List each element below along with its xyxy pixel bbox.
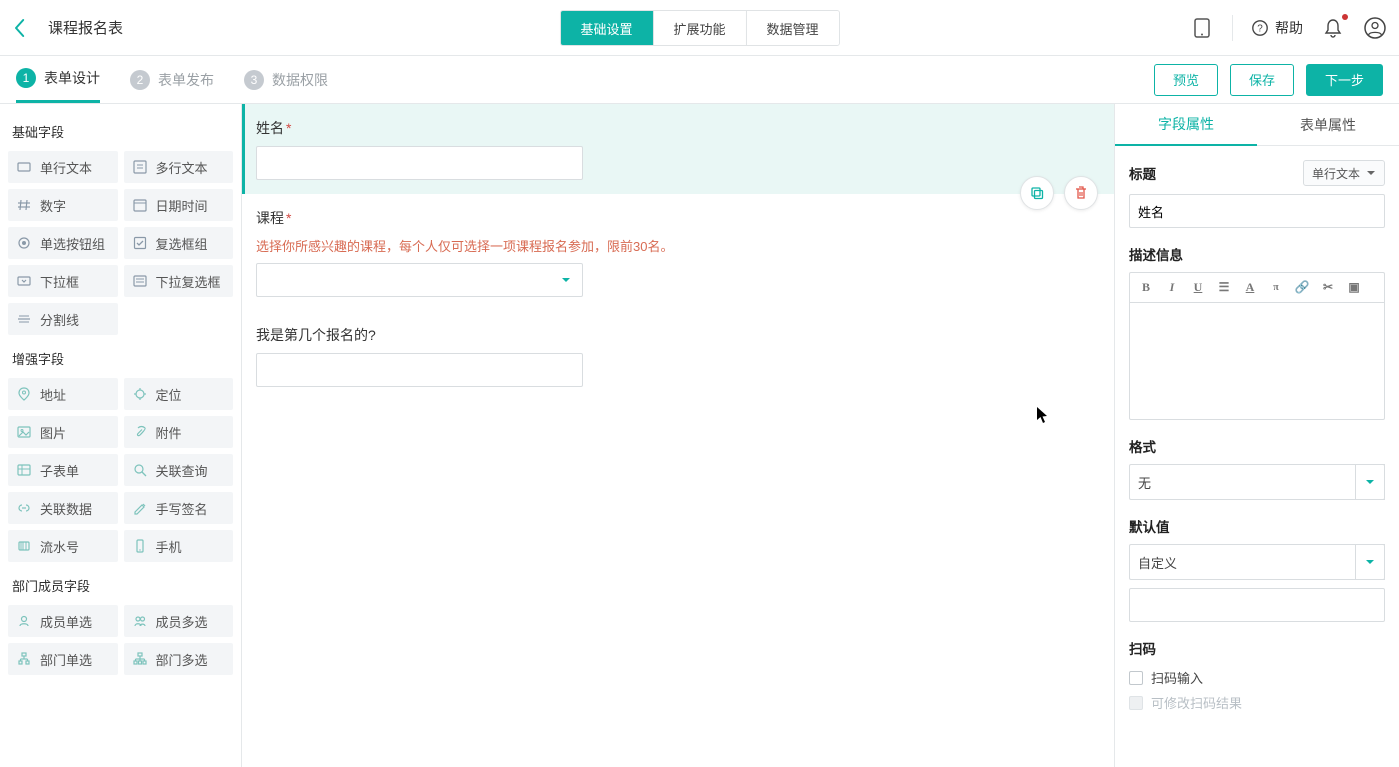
tab-data-manage[interactable]: 数据管理 bbox=[747, 11, 839, 45]
tab-basic-settings[interactable]: 基础设置 bbox=[560, 11, 653, 45]
default-select[interactable]: 自定义 bbox=[1129, 544, 1385, 580]
save-button[interactable]: 保存 bbox=[1230, 64, 1294, 96]
chevron-down-icon bbox=[1355, 544, 1385, 580]
prop-scan-label: 扫码 bbox=[1129, 638, 1385, 658]
step-form-design[interactable]: 1 表单设计 bbox=[16, 57, 100, 103]
mobile-preview-icon[interactable] bbox=[1190, 16, 1214, 40]
field-link-query[interactable]: 关联查询 bbox=[124, 454, 234, 486]
field-link-data[interactable]: 关联数据 bbox=[8, 492, 118, 524]
copy-field-button[interactable] bbox=[1020, 176, 1054, 210]
user-avatar-icon[interactable] bbox=[1363, 16, 1387, 40]
field-number[interactable]: 数字 bbox=[8, 189, 118, 221]
field-signature[interactable]: 手写签名 bbox=[124, 492, 234, 524]
next-button[interactable]: 下一步 bbox=[1306, 64, 1383, 96]
field-radio-group[interactable]: 单选按钮组 bbox=[8, 227, 118, 259]
field-row-name[interactable]: 姓名* bbox=[242, 104, 1114, 194]
rte-italic-icon[interactable]: I bbox=[1164, 280, 1180, 295]
help-button[interactable]: ? 帮助 bbox=[1251, 18, 1303, 38]
tab-field-props[interactable]: 字段属性 bbox=[1115, 104, 1257, 146]
default-value-input[interactable] bbox=[1129, 588, 1385, 622]
preview-button[interactable]: 预览 bbox=[1154, 64, 1218, 96]
field-label: 课程* bbox=[256, 208, 1114, 228]
divider bbox=[1232, 15, 1233, 41]
field-row-order[interactable]: 我是第几个报名的? bbox=[242, 311, 1114, 401]
field-single-text[interactable]: 单行文本 bbox=[8, 151, 118, 183]
step-num-2: 2 bbox=[130, 70, 150, 90]
field-row-course[interactable]: 课程* 选择你所感兴趣的课程，每个人仅可选择一项课程报名参加，限前30名。 bbox=[242, 194, 1114, 311]
prop-default-label: 默认值 bbox=[1129, 516, 1385, 536]
section-basic-title: 基础字段 bbox=[12, 122, 233, 141]
field-dept-single[interactable]: 部门单选 bbox=[8, 643, 118, 675]
step-data-permission[interactable]: 3 数据权限 bbox=[244, 57, 328, 103]
order-input[interactable] bbox=[256, 353, 583, 387]
field-dept-multi[interactable]: 部门多选 bbox=[124, 643, 234, 675]
form-canvas[interactable]: 姓名* 课程* 选择你所感兴趣的课程，每个人仅可选择一项课程报名参加，限前30名… bbox=[242, 104, 1114, 767]
tab-extend[interactable]: 扩展功能 bbox=[653, 11, 746, 45]
rte-toolbar: B I U ☰ A π 🔗 ✂ ▣ bbox=[1129, 272, 1385, 302]
rte-bold-icon[interactable]: B bbox=[1138, 280, 1154, 295]
property-panel: 字段属性 表单属性 标题 单行文本 描述信息 B I U bbox=[1114, 104, 1399, 767]
field-subform[interactable]: 子表单 bbox=[8, 454, 118, 486]
rte-link-icon[interactable]: 🔗 bbox=[1294, 280, 1310, 295]
notification-dot bbox=[1342, 14, 1348, 20]
field-phone[interactable]: 手机 bbox=[124, 530, 234, 562]
desc-textarea[interactable] bbox=[1129, 302, 1385, 420]
scan-editable-checkbox: 可修改扫码结果 bbox=[1129, 693, 1385, 712]
notification-icon[interactable] bbox=[1321, 16, 1345, 40]
chevron-down-icon bbox=[1366, 168, 1376, 178]
step-label: 数据权限 bbox=[272, 70, 328, 90]
step-label: 表单设计 bbox=[44, 68, 100, 88]
page-title: 课程报名表 bbox=[48, 17, 123, 38]
field-checkbox-group[interactable]: 复选框组 bbox=[124, 227, 234, 259]
required-mark: * bbox=[286, 210, 291, 226]
field-label: 我是第几个报名的? bbox=[256, 325, 1114, 345]
prop-format-label: 格式 bbox=[1129, 436, 1385, 456]
rte-color-icon[interactable]: A bbox=[1242, 280, 1258, 295]
step-label: 表单发布 bbox=[158, 70, 214, 90]
field-divider[interactable]: 分割线 bbox=[8, 303, 118, 335]
name-input[interactable] bbox=[256, 146, 583, 180]
rte-size-icon[interactable]: π bbox=[1268, 282, 1284, 293]
svg-text:?: ? bbox=[1257, 24, 1263, 35]
field-image[interactable]: 图片 bbox=[8, 416, 118, 448]
field-multi-text[interactable]: 多行文本 bbox=[124, 151, 234, 183]
top-tabs: 基础设置 扩展功能 数据管理 bbox=[559, 10, 839, 46]
section-dept-title: 部门成员字段 bbox=[12, 576, 233, 595]
section-enhanced-title: 增强字段 bbox=[12, 349, 233, 368]
chevron-down-icon bbox=[560, 274, 572, 286]
step-num-3: 3 bbox=[244, 70, 264, 90]
field-address[interactable]: 地址 bbox=[8, 378, 118, 410]
field-serial-no[interactable]: 流水号 bbox=[8, 530, 118, 562]
required-mark: * bbox=[286, 120, 291, 136]
field-palette: 基础字段 单行文本 多行文本 数字 日期时间 单选按钮组 复选框组 下拉框 下拉… bbox=[0, 104, 242, 767]
rte-align-icon[interactable]: ☰ bbox=[1216, 280, 1232, 295]
field-desc: 选择你所感兴趣的课程，每个人仅可选择一项课程报名参加，限前30名。 bbox=[256, 236, 1114, 255]
field-dropdown[interactable]: 下拉框 bbox=[8, 265, 118, 297]
rte-underline-icon[interactable]: U bbox=[1190, 280, 1206, 295]
course-select[interactable] bbox=[256, 263, 583, 297]
step-form-publish[interactable]: 2 表单发布 bbox=[130, 57, 214, 103]
cursor-icon bbox=[1036, 406, 1050, 424]
rte-image-icon[interactable]: ▣ bbox=[1346, 280, 1362, 295]
format-select[interactable]: 无 bbox=[1129, 464, 1385, 500]
field-member-multi[interactable]: 成员多选 bbox=[124, 605, 234, 637]
delete-field-button[interactable] bbox=[1064, 176, 1098, 210]
back-icon[interactable] bbox=[0, 17, 40, 39]
field-label: 姓名* bbox=[256, 118, 1114, 138]
prop-desc-label: 描述信息 bbox=[1129, 244, 1385, 264]
field-datetime[interactable]: 日期时间 bbox=[124, 189, 234, 221]
field-member-single[interactable]: 成员单选 bbox=[8, 605, 118, 637]
title-input[interactable] bbox=[1129, 194, 1385, 228]
scan-input-checkbox[interactable]: 扫码输入 bbox=[1129, 668, 1385, 687]
step-num-1: 1 bbox=[16, 68, 36, 88]
help-label: 帮助 bbox=[1275, 18, 1303, 38]
field-type-select[interactable]: 单行文本 bbox=[1303, 160, 1385, 186]
field-attachment[interactable]: 附件 bbox=[124, 416, 234, 448]
tab-form-props[interactable]: 表单属性 bbox=[1257, 104, 1399, 146]
prop-title-label: 标题 bbox=[1129, 163, 1156, 183]
chevron-down-icon bbox=[1355, 464, 1385, 500]
rte-unlink-icon[interactable]: ✂ bbox=[1320, 280, 1336, 295]
field-location[interactable]: 定位 bbox=[124, 378, 234, 410]
field-multi-dropdown[interactable]: 下拉复选框 bbox=[124, 265, 234, 297]
